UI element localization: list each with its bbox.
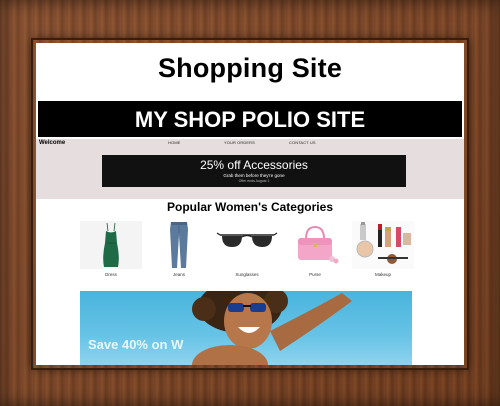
- category-label: Sunglasses: [235, 272, 259, 277]
- site-canvas: Shopping Site MY SHOP POLIO SITE Welcome…: [36, 43, 464, 365]
- hero-banner[interactable]: Save 40% on W: [80, 291, 412, 365]
- category-sunglasses[interactable]: Sunglasses: [216, 221, 278, 279]
- category-label: Makeup: [374, 272, 391, 277]
- nav-home-link[interactable]: HOME: [168, 140, 180, 145]
- green-dress-icon: [80, 221, 142, 269]
- pink-purse-icon: [298, 225, 339, 264]
- nav-contact-link[interactable]: CONTACT US: [289, 140, 316, 145]
- promo-subtitle: Grab them before they're gone: [223, 173, 285, 178]
- hero-photo: [192, 291, 352, 365]
- page-title: Shopping Site: [157, 53, 343, 83]
- picture-frame: Shopping Site MY SHOP POLIO SITE Welcome…: [0, 0, 500, 406]
- category-label: Jeans: [172, 272, 185, 277]
- promo-title: 25% off Accessories: [200, 158, 308, 172]
- sunglasses-icon: [216, 232, 278, 247]
- category-jeans[interactable]: Jeans: [148, 221, 210, 279]
- category-label: Dress: [105, 272, 117, 277]
- jeans-icon: [170, 222, 188, 268]
- promo-banner[interactable]: 25% off Accessories Grab them before the…: [102, 155, 406, 187]
- nav-bar: Welcome HOME YOUR ORDERS CONTACT US 25% …: [36, 139, 464, 199]
- category-label: Purse: [309, 272, 321, 277]
- category-dress[interactable]: Dress: [80, 221, 142, 279]
- category-purse[interactable]: Purse: [284, 221, 346, 279]
- hero-text: Save 40% on W: [88, 337, 184, 352]
- welcome-text: Welcome: [39, 140, 66, 146]
- site-banner: MY SHOP POLIO SITE: [38, 101, 462, 137]
- promo-note: Offer ends August 1: [238, 179, 270, 183]
- categories-heading: Popular Women's Categories: [166, 200, 333, 214]
- nav-orders-link[interactable]: YOUR ORDERS: [224, 140, 255, 145]
- makeup-icon: [352, 221, 414, 269]
- category-makeup[interactable]: Makeup: [352, 221, 414, 279]
